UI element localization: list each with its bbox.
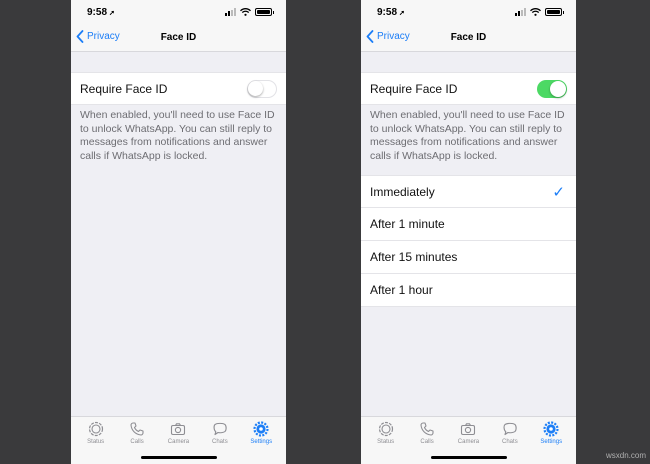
phone-icon <box>420 422 434 436</box>
require-face-id-row: Require Face ID <box>71 72 286 105</box>
option-after-1-hour[interactable]: After 1 hour <box>361 274 576 307</box>
status-icon <box>378 421 393 437</box>
status-bar: 9:58 ➚ <box>71 0 286 24</box>
phone-screen-right: 9:58 ➚ Privacy Face ID Require Face ID Wh… <box>361 0 576 464</box>
navigation-bar: Privacy Face ID <box>71 24 286 52</box>
tab-status[interactable]: Status <box>76 417 116 464</box>
tab-status[interactable]: Status <box>366 417 406 464</box>
face-id-footnote: When enabled, you'll need to use Face ID… <box>370 109 565 162</box>
camera-icon <box>171 423 186 436</box>
camera-icon <box>461 423 476 436</box>
signal-icon <box>225 8 236 16</box>
option-label: After 1 minute <box>370 217 445 231</box>
phone-screen-left: 9:58 ➚ Privacy Face ID Require Face ID Wh… <box>71 0 286 464</box>
tab-bar: Status Calls Camera Chats Settings <box>361 416 576 464</box>
option-after-1-minute[interactable]: After 1 minute <box>361 208 576 241</box>
battery-icon <box>255 8 274 16</box>
require-face-id-toggle[interactable] <box>537 79 567 98</box>
page-title: Face ID <box>160 32 197 43</box>
status-time: 9:58 ➚ <box>87 6 115 18</box>
watermark: wsxdn.com <box>605 451 646 460</box>
face-id-footnote: When enabled, you'll need to use Face ID… <box>80 109 275 162</box>
tab-settings[interactable]: Settings <box>531 417 571 464</box>
signal-icon <box>515 8 526 16</box>
page-title: Face ID <box>450 32 487 43</box>
status-icons <box>515 8 564 16</box>
checkmark-icon: ✓ <box>552 183 565 201</box>
gear-icon <box>253 421 269 437</box>
tab-settings[interactable]: Settings <box>241 417 281 464</box>
status-bar: 9:58 ➚ <box>361 0 576 24</box>
phone-icon <box>130 422 144 436</box>
require-face-id-label: Require Face ID <box>370 81 458 96</box>
home-indicator[interactable] <box>140 456 217 459</box>
location-icon: ➚ <box>109 9 115 17</box>
option-label: After 1 hour <box>370 283 433 297</box>
chat-icon <box>503 422 517 436</box>
gear-icon <box>543 421 559 437</box>
require-face-id-label: Require Face ID <box>80 81 168 96</box>
status-icon <box>88 421 103 437</box>
navigation-bar: Privacy Face ID <box>361 24 576 52</box>
option-label: After 15 minutes <box>370 250 458 264</box>
require-face-id-toggle[interactable] <box>247 79 277 98</box>
wifi-icon <box>240 8 251 16</box>
home-indicator[interactable] <box>430 456 507 459</box>
status-icons <box>225 8 274 16</box>
battery-icon <box>545 8 564 16</box>
tab-bar: Status Calls Camera Chats Settings <box>71 416 286 464</box>
chat-icon <box>213 422 227 436</box>
wifi-icon <box>530 8 541 16</box>
location-icon: ➚ <box>399 9 405 17</box>
option-immediately[interactable]: Immediately ✓ <box>361 175 576 208</box>
option-after-15-minutes[interactable]: After 15 minutes <box>361 241 576 274</box>
require-face-id-row: Require Face ID <box>361 72 576 105</box>
status-time: 9:58 ➚ <box>377 6 405 18</box>
option-label: Immediately <box>370 184 435 199</box>
